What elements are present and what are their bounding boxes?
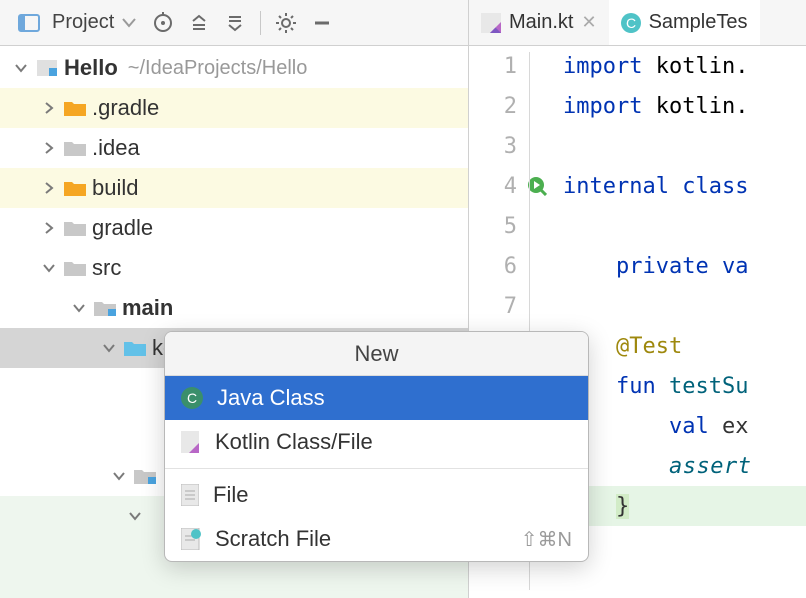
module-folder-icon bbox=[94, 300, 116, 316]
tree-item-idea[interactable]: .idea bbox=[0, 128, 468, 168]
tree-item-label: main bbox=[122, 297, 173, 319]
chevron-right-icon bbox=[40, 102, 58, 114]
module-icon bbox=[36, 60, 58, 76]
new-context-menu: New C Java Class Kotlin Class/File File … bbox=[164, 331, 589, 562]
popup-title: New bbox=[165, 332, 588, 376]
kotlin-class-icon: C bbox=[621, 13, 641, 33]
menu-item-file[interactable]: File bbox=[165, 473, 588, 517]
menu-item-label: Kotlin Class/File bbox=[215, 429, 373, 455]
tree-item-main[interactable]: main bbox=[0, 288, 468, 328]
tree-item-label: build bbox=[92, 177, 138, 199]
folder-icon bbox=[64, 260, 86, 276]
scratch-file-icon bbox=[181, 528, 201, 550]
project-view-label: Project bbox=[52, 11, 114, 34]
project-view-icon bbox=[14, 8, 44, 38]
menu-item-label: Scratch File bbox=[215, 526, 331, 552]
tab-label: Main.kt bbox=[509, 11, 573, 34]
tree-item-label: .gradle bbox=[92, 97, 159, 119]
run-gutter-icon[interactable] bbox=[527, 176, 547, 196]
menu-item-java-class[interactable]: C Java Class bbox=[165, 376, 588, 420]
tree-item-label: .idea bbox=[92, 137, 140, 159]
chevron-down-icon bbox=[70, 302, 88, 314]
kotlin-file-icon bbox=[181, 431, 201, 453]
folder-icon bbox=[64, 140, 86, 156]
toolbar-separator bbox=[260, 11, 261, 35]
tree-item-gradle[interactable]: gradle bbox=[0, 208, 468, 248]
tree-root[interactable]: Hello ~/IdeaProjects/Hello bbox=[0, 48, 468, 88]
project-toolbar: Project bbox=[0, 0, 468, 46]
tree-item-src[interactable]: src bbox=[0, 248, 468, 288]
expand-all-icon[interactable] bbox=[184, 8, 214, 38]
editor-tab-sample[interactable]: C SampleTes bbox=[609, 0, 760, 45]
locate-icon[interactable] bbox=[148, 8, 178, 38]
tree-item-label: Hello bbox=[64, 57, 118, 79]
editor-tab-main[interactable]: Main.kt ✕ bbox=[469, 0, 609, 45]
folder-icon bbox=[64, 100, 86, 116]
kotlin-file-icon bbox=[481, 13, 501, 33]
close-icon[interactable]: ✕ bbox=[581, 12, 596, 33]
hide-panel-icon[interactable] bbox=[307, 8, 337, 38]
settings-gear-icon[interactable] bbox=[271, 8, 301, 38]
menu-item-kotlin-class[interactable]: Kotlin Class/File bbox=[165, 420, 588, 464]
code-area[interactable]: import kotlin. import kotlin. internal c… bbox=[563, 46, 806, 598]
chevron-down-icon bbox=[40, 262, 58, 274]
svg-text:C: C bbox=[187, 390, 197, 406]
project-view-selector[interactable]: Project bbox=[8, 6, 142, 40]
chevron-down-icon bbox=[12, 62, 30, 74]
chevron-down-icon bbox=[100, 342, 118, 354]
collapse-all-icon[interactable] bbox=[220, 8, 250, 38]
tree-item-gradle-dot[interactable]: .gradle bbox=[0, 88, 468, 128]
menu-item-label: File bbox=[213, 482, 248, 508]
source-folder-icon bbox=[124, 340, 146, 356]
tree-item-label: gradle bbox=[92, 217, 153, 239]
menu-separator bbox=[165, 468, 588, 469]
folder-icon bbox=[64, 220, 86, 236]
module-folder-icon bbox=[134, 468, 156, 484]
menu-item-label: Java Class bbox=[217, 385, 325, 411]
menu-item-shortcut: ⇧⌘N bbox=[521, 527, 572, 552]
folder-icon bbox=[64, 180, 86, 196]
chevron-down-icon bbox=[110, 470, 128, 482]
chevron-right-icon bbox=[40, 222, 58, 234]
editor-tabstrip: Main.kt ✕ C SampleTes bbox=[469, 0, 806, 46]
svg-text:C: C bbox=[626, 15, 636, 31]
chevron-down-icon bbox=[126, 510, 144, 522]
tree-item-label: src bbox=[92, 257, 121, 279]
chevron-down-icon bbox=[122, 18, 136, 28]
menu-item-scratch-file[interactable]: Scratch File ⇧⌘N bbox=[165, 517, 588, 561]
file-icon bbox=[181, 484, 199, 506]
tab-label: SampleTes bbox=[649, 11, 748, 34]
tree-item-build[interactable]: build bbox=[0, 168, 468, 208]
tree-item-path: ~/IdeaProjects/Hello bbox=[128, 58, 308, 78]
chevron-right-icon bbox=[40, 142, 58, 154]
chevron-right-icon bbox=[40, 182, 58, 194]
class-icon: C bbox=[181, 387, 203, 409]
